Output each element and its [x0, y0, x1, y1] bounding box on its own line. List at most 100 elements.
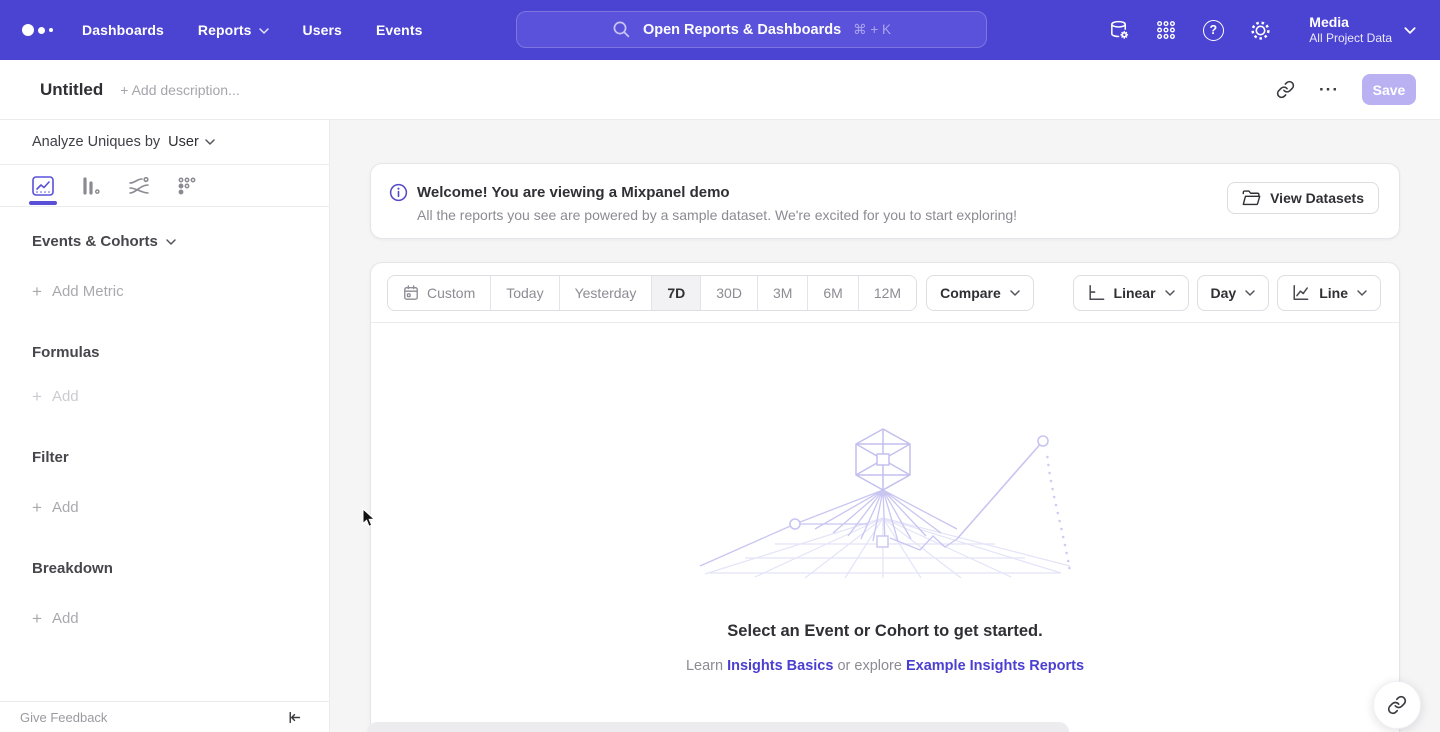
visualization-tabs [0, 165, 329, 207]
top-navigation: Dashboards Reports Users Events Open Rep… [0, 0, 1440, 60]
copy-link-button[interactable] [1268, 73, 1302, 107]
range-12m[interactable]: 12M [859, 276, 916, 310]
give-feedback-link[interactable]: Give Feedback [20, 710, 107, 725]
compare-dropdown[interactable]: Compare [926, 275, 1034, 311]
chevron-down-icon [1010, 290, 1020, 296]
primary-nav: Dashboards Reports Users Events [82, 22, 422, 38]
folder-icon [1242, 190, 1261, 206]
add-description-field[interactable]: + Add description... [120, 82, 239, 98]
empty-state: Select an Event or Cohort to get started… [371, 324, 1399, 732]
search-placeholder: Open Reports & Dashboards [643, 22, 841, 38]
events-cohorts-section[interactable]: Events & Cohorts [0, 233, 329, 250]
tab-insights[interactable] [32, 165, 54, 207]
report-toolbar: Custom Today Yesterday 7D 30D 3M 6M 12M … [371, 263, 1399, 323]
range-today[interactable]: Today [491, 276, 559, 310]
search-shortcut: ⌘ + K [853, 22, 891, 38]
link-icon [1387, 695, 1407, 715]
chevron-down-icon [205, 139, 215, 145]
breakdown-section-title: Breakdown [0, 560, 329, 577]
tab-retention[interactable] [176, 165, 198, 207]
empty-state-illustration [695, 426, 1075, 578]
next-section-peek [367, 722, 1069, 732]
tab-bar-chart[interactable] [80, 165, 102, 207]
more-options-button[interactable]: ··· [1312, 73, 1346, 107]
analyze-label: Analyze Uniques by [32, 134, 160, 150]
range-yesterday[interactable]: Yesterday [560, 276, 653, 310]
filter-section-title: Filter [0, 449, 329, 466]
banner-subtitle: All the reports you see are powered by a… [417, 207, 1017, 223]
chevron-down-icon [259, 28, 269, 34]
example-insights-reports-link[interactable]: Example Insights Reports [906, 658, 1084, 674]
link-icon [1276, 80, 1295, 99]
collapse-left-icon [286, 709, 303, 726]
chevron-down-icon [166, 239, 176, 245]
analyze-row: Analyze Uniques by User [0, 120, 329, 165]
add-metric-button[interactable]: + Add Metric [0, 283, 329, 300]
search-icon [612, 20, 631, 39]
query-builder-sidebar: Analyze Uniques by User [0, 120, 330, 732]
info-icon [389, 183, 408, 202]
range-3m[interactable]: 3M [758, 276, 808, 310]
collapse-sidebar-button[interactable] [286, 709, 303, 726]
project-name: Media [1309, 14, 1392, 31]
global-search-input[interactable]: Open Reports & Dashboards ⌘ + K [516, 11, 987, 48]
axis-icon [1087, 284, 1105, 301]
add-filter-button[interactable]: + Add [0, 499, 329, 516]
nav-dashboards[interactable]: Dashboards [82, 22, 164, 38]
main-content: Welcome! You are viewing a Mixpanel demo… [330, 120, 1440, 732]
insights-basics-link[interactable]: Insights Basics [727, 658, 833, 674]
welcome-banner: Welcome! You are viewing a Mixpanel demo… [370, 163, 1400, 239]
settings-gear-icon[interactable] [1248, 18, 1272, 42]
project-switcher[interactable]: Media All Project Data [1309, 14, 1416, 46]
view-datasets-button[interactable]: View Datasets [1227, 182, 1379, 214]
plus-icon: + [32, 388, 42, 405]
mixpanel-logo-icon[interactable] [22, 24, 66, 36]
ellipsis-icon: ··· [1319, 80, 1339, 100]
data-management-icon[interactable] [1107, 18, 1131, 42]
nav-users[interactable]: Users [303, 22, 342, 38]
plus-icon: + [32, 610, 42, 627]
date-range-selector: Custom Today Yesterday 7D 30D 3M 6M 12M [387, 275, 917, 311]
report-header: Untitled + Add description... ··· Save [0, 60, 1440, 120]
chevron-down-icon [1245, 290, 1255, 296]
dots-grid-icon [177, 176, 197, 196]
nav-reports[interactable]: Reports [198, 22, 269, 38]
sidebar-footer: Give Feedback [0, 701, 329, 732]
nav-events[interactable]: Events [376, 22, 423, 38]
interval-dropdown[interactable]: Day [1197, 275, 1270, 311]
banner-title: Welcome! You are viewing a Mixpanel demo [417, 184, 730, 201]
empty-state-links: Learn Insights Basics or explore Example… [686, 658, 1084, 674]
chart-type-dropdown[interactable]: Line [1277, 275, 1381, 311]
range-custom[interactable]: Custom [388, 276, 491, 310]
report-header-actions: ··· Save [1268, 73, 1416, 107]
plus-icon: + [32, 283, 42, 300]
chart-controls: Linear Day Line [1073, 275, 1381, 311]
range-30d[interactable]: 30D [701, 276, 758, 310]
add-breakdown-button[interactable]: + Add [0, 610, 329, 627]
analyze-by-dropdown[interactable]: User [168, 134, 215, 150]
save-button[interactable]: Save [1362, 74, 1416, 105]
add-formula-button[interactable]: + Add [0, 388, 329, 405]
report-title[interactable]: Untitled [40, 80, 103, 100]
flows-icon [128, 176, 150, 196]
apps-grid-icon[interactable] [1154, 18, 1178, 42]
range-7d[interactable]: 7D [652, 276, 701, 310]
empty-state-title: Select an Event or Cohort to get started… [727, 622, 1042, 641]
line-chart-icon [1291, 284, 1310, 301]
calendar-icon [403, 285, 419, 301]
bar-chart-icon [81, 176, 101, 196]
floating-share-link-button[interactable] [1373, 681, 1421, 729]
formulas-section-title: Formulas [0, 344, 329, 361]
mixpanel-app: Dashboards Reports Users Events Open Rep… [0, 0, 1440, 732]
project-scope: All Project Data [1309, 31, 1392, 46]
plus-icon: + [32, 499, 42, 516]
chevron-down-icon [1357, 290, 1367, 296]
top-nav-right: ? Media All Project Data [1107, 0, 1416, 60]
scale-dropdown[interactable]: Linear [1073, 275, 1189, 311]
tab-flows[interactable] [128, 165, 150, 207]
chevron-down-icon [1404, 27, 1416, 34]
range-6m[interactable]: 6M [808, 276, 858, 310]
help-icon[interactable]: ? [1201, 18, 1225, 42]
line-chart-icon [32, 176, 54, 196]
chevron-down-icon [1165, 290, 1175, 296]
